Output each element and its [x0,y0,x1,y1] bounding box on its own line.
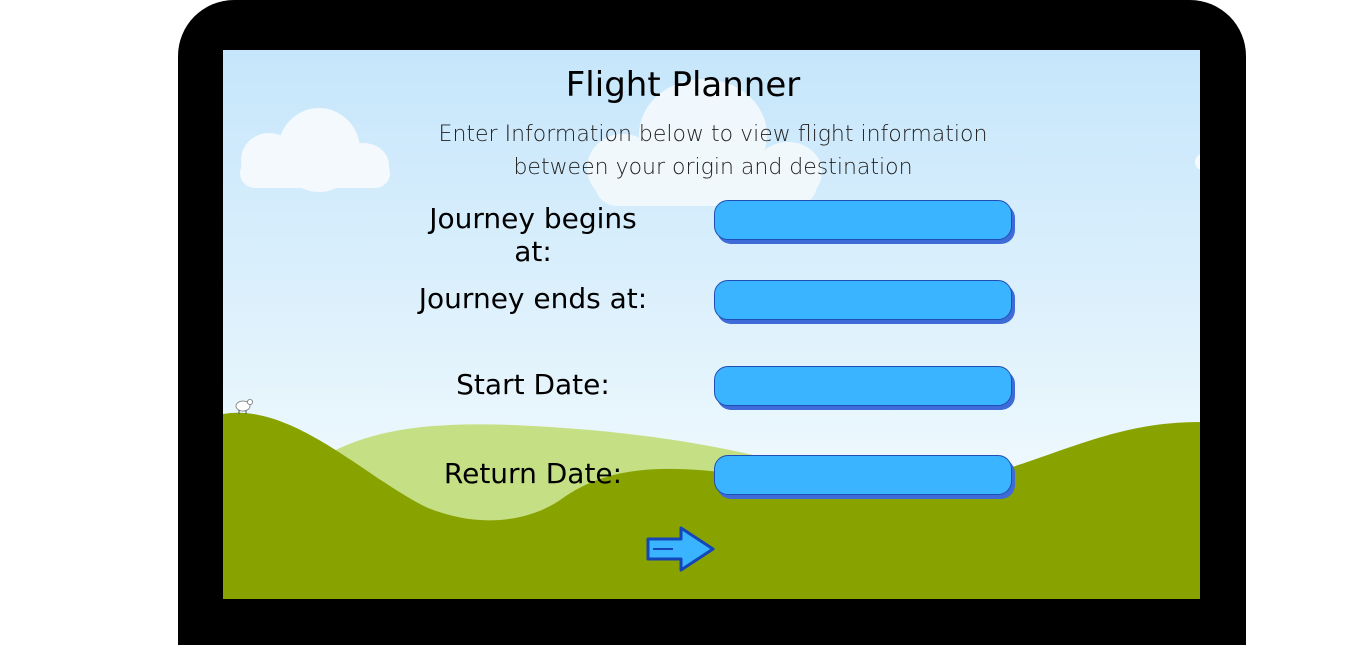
page-title: Flight Planner [565,65,801,105]
return-date-input[interactable] [714,455,1012,495]
start-date-input[interactable] [714,366,1012,406]
right-arrow-icon[interactable] [645,525,717,573]
device-frame: Flight Planner Enter Information below t… [178,0,1246,645]
page-subtitle: Enter Information below to view flight i… [438,122,988,180]
start-date-label: Start Date: [456,368,610,401]
destination-input[interactable] [714,280,1012,320]
origin-label: Journey begins at: [429,202,637,268]
cloud-left [240,108,390,192]
return-date-label: Return Date: [443,457,623,490]
destination-label: Journey ends at: [418,282,648,315]
origin-input[interactable] [714,200,1012,240]
app-screen: Flight Planner Enter Information below t… [223,50,1200,599]
sheep-figure [235,399,253,414]
